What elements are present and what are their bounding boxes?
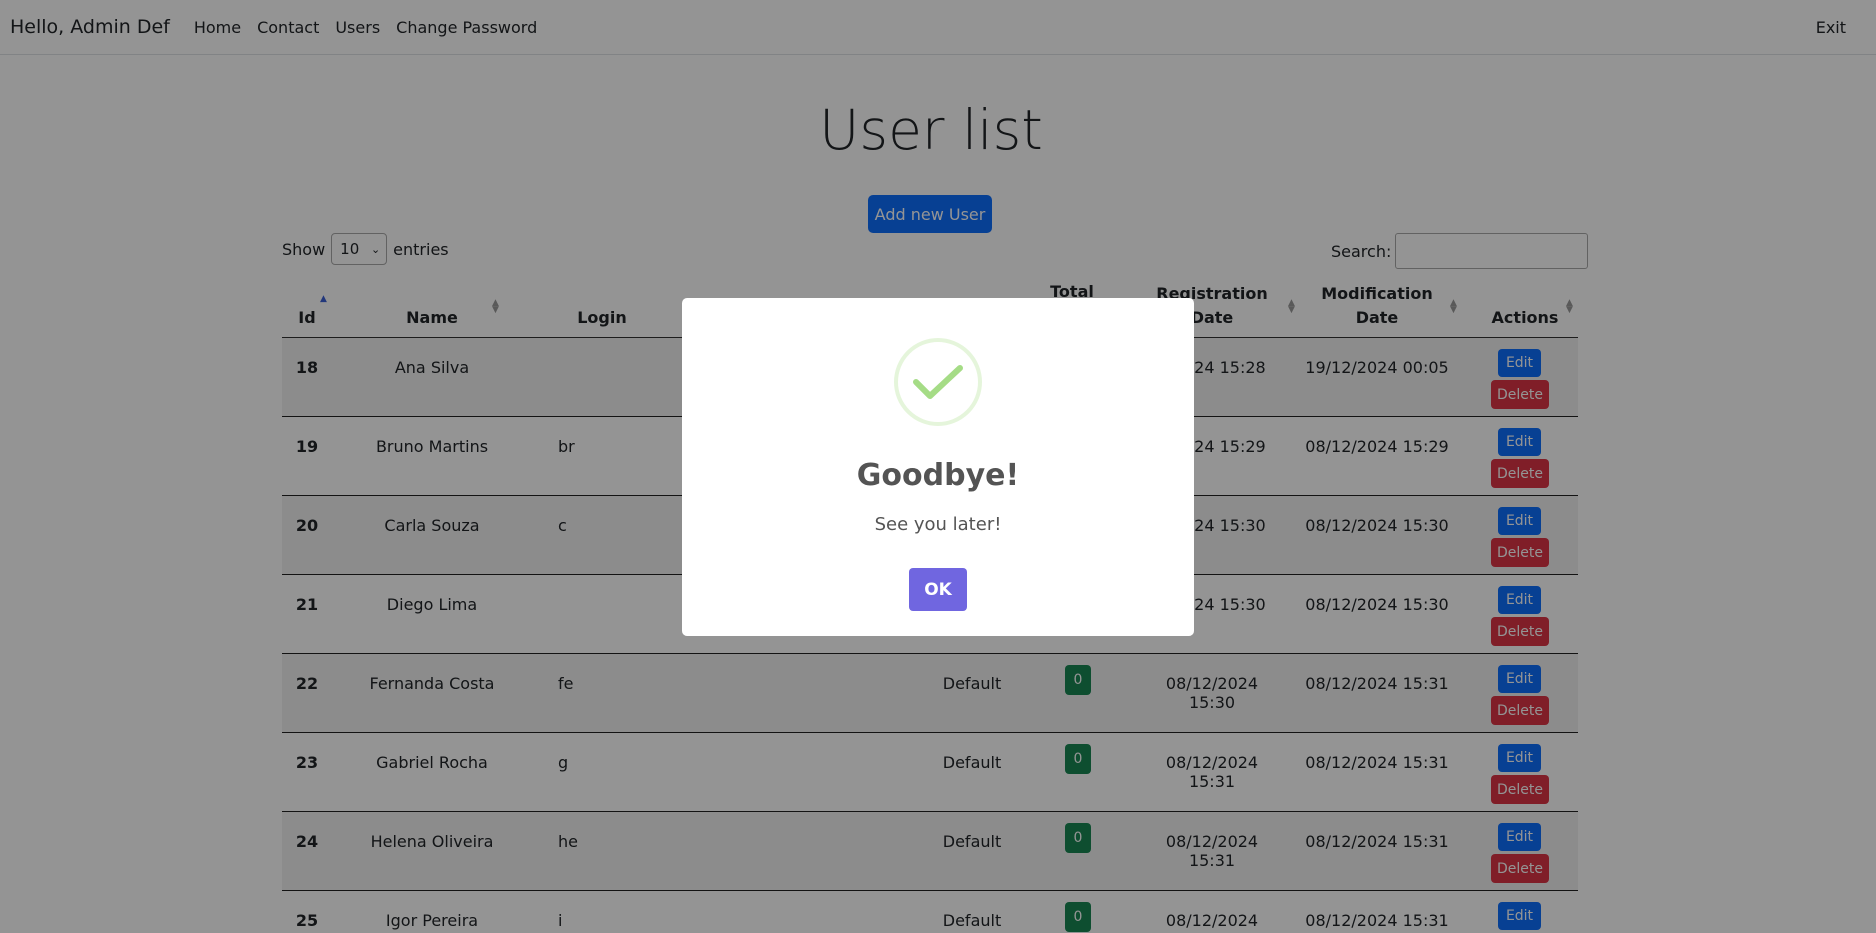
check-icon [913, 365, 963, 399]
dialog-title: Goodbye! [856, 458, 1020, 493]
goodbye-dialog: Goodbye! See you later! OK [682, 298, 1194, 636]
dialog-text: See you later! [874, 514, 1002, 535]
ok-button[interactable]: OK [909, 568, 967, 611]
success-check-icon [894, 338, 982, 426]
